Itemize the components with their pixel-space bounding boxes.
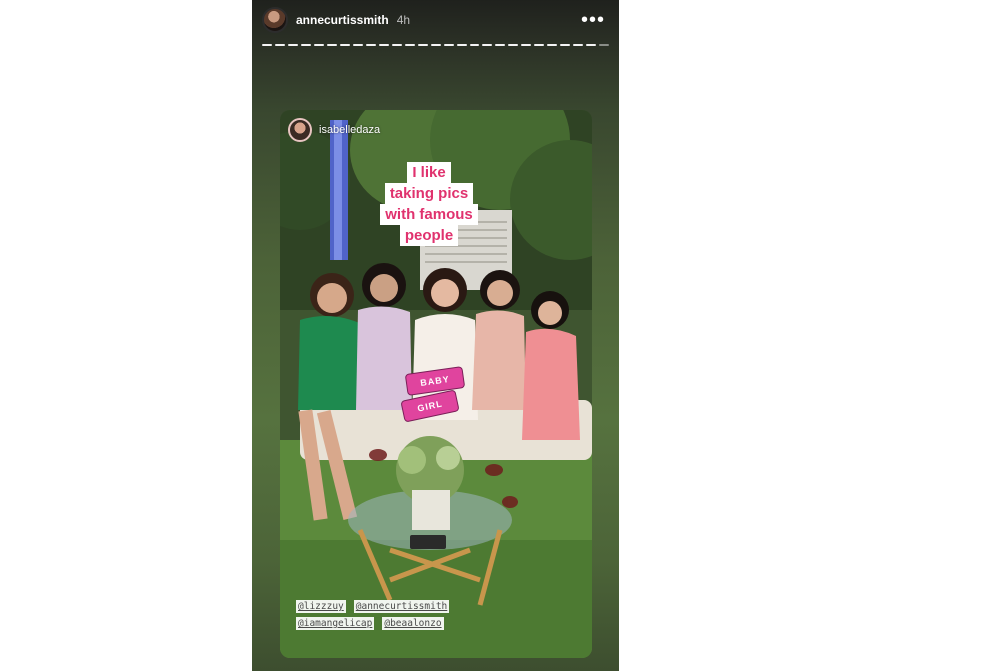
progress-segment	[547, 44, 558, 46]
progress-segment	[274, 44, 285, 46]
progress-segment	[560, 44, 571, 46]
story-timestamp: 4h	[396, 13, 411, 27]
shared-post-header[interactable]: isabelledaza	[288, 118, 380, 142]
progress-segment	[586, 44, 597, 46]
mention-row: @iamangelicap @beaalonzo	[296, 617, 586, 630]
progress-segment	[326, 44, 337, 46]
text-sticker: I like taking pics with famous people	[364, 162, 494, 246]
progress-segment	[417, 44, 428, 46]
progress-segment	[443, 44, 454, 46]
story-progress-bar	[262, 44, 610, 47]
progress-segment	[508, 44, 519, 46]
progress-segment	[469, 44, 480, 46]
progress-segment	[430, 44, 441, 46]
mention-row: @lizzzuy @annecurtissmith	[296, 600, 586, 613]
progress-segment	[339, 44, 350, 46]
shared-post-card[interactable]: isabelledaza I like taking pics with fam…	[280, 110, 592, 658]
progress-segment	[456, 44, 467, 46]
mention-tag[interactable]: @beaalonzo	[382, 617, 444, 630]
progress-segment	[599, 44, 610, 46]
progress-segment	[262, 44, 272, 46]
shared-user-avatar[interactable]	[288, 118, 312, 142]
mention-tag[interactable]: @iamangelicap	[296, 617, 375, 630]
sticker-line: people	[399, 225, 459, 246]
progress-segment	[534, 44, 545, 46]
user-avatar[interactable]	[262, 7, 288, 33]
shared-username[interactable]: isabelledaza	[319, 124, 380, 136]
progress-segment	[482, 44, 493, 46]
mention-tags: @lizzzuy @annecurtissmith @iamangelicap …	[296, 600, 586, 634]
story-viewer: annecurtissmith 4h ••• isabelledaza I li…	[252, 0, 619, 671]
mention-tag[interactable]: @annecurtissmith	[353, 600, 450, 613]
progress-segment	[521, 44, 532, 46]
sticker-line: I like	[407, 162, 451, 183]
sticker-line: taking pics	[384, 183, 474, 204]
sticker-line: with famous	[380, 204, 478, 225]
story-header: annecurtissmith 4h •••	[262, 6, 605, 34]
mention-tag[interactable]: @lizzzuy	[296, 600, 346, 613]
more-options-icon[interactable]: •••	[581, 10, 605, 30]
progress-segment	[287, 44, 298, 46]
story-username[interactable]: annecurtissmith	[296, 13, 389, 27]
progress-segment	[404, 44, 415, 46]
progress-segment	[365, 44, 376, 46]
progress-segment	[573, 44, 584, 46]
progress-segment	[378, 44, 389, 46]
progress-segment	[352, 44, 363, 46]
progress-segment	[300, 44, 311, 46]
progress-segment	[391, 44, 402, 46]
progress-segment	[495, 44, 506, 46]
progress-segment	[313, 44, 324, 46]
